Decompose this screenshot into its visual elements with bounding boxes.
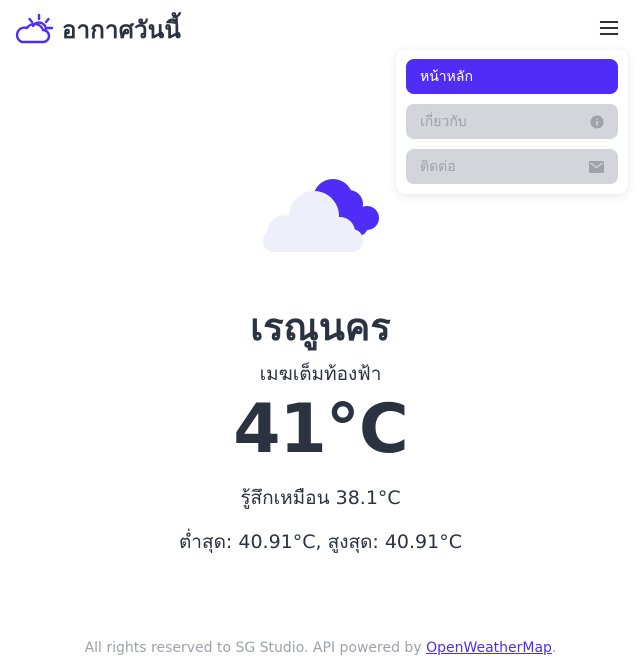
city-name: เรณูนคร [250, 305, 391, 349]
temperature: 41°C [233, 390, 409, 469]
openweathermap-link[interactable]: OpenWeatherMap [426, 640, 552, 656]
hamburger-menu-icon [600, 21, 618, 35]
mail-icon [589, 160, 604, 173]
cloud-icon [263, 179, 379, 252]
menu-item-contact[interactable]: ติดต่อ [406, 149, 618, 184]
header: อากาศวันนี้ [0, 0, 641, 56]
menu-item-home[interactable]: หน้าหลัก [406, 59, 618, 94]
menu-item-label: หน้าหลัก [420, 68, 473, 85]
info-icon [590, 115, 604, 129]
weather-page: อากาศวันนี้ หน้าหลัก เกี่ยวกับ ติดต่อ เร… [0, 0, 641, 671]
menu-item-label: ติดต่อ [420, 158, 456, 175]
app-title: อากาศวันนี้ [62, 16, 182, 44]
menu-item-about[interactable]: เกี่ยวกับ [406, 104, 618, 139]
footer-text: All rights reserved to SG Studio. API po… [84, 640, 427, 656]
hamburger-menu-button[interactable] [597, 18, 621, 38]
footer: All rights reserved to SG Studio. API po… [0, 640, 641, 656]
sun-cloud-icon [15, 13, 54, 43]
menu-item-label: เกี่ยวกับ [420, 113, 467, 130]
brand[interactable]: อากาศวันนี้ [14, 10, 181, 49]
footer-suffix: . [551, 640, 557, 656]
nav-dropdown-menu: หน้าหลัก เกี่ยวกับ ติดต่อ [396, 50, 628, 194]
min-max-temperature: ต่ำสุด: 40.91°C, สูงสุด: 40.91°C [178, 531, 463, 553]
feels-like: รู้สึกเหมือน 38.1°C [240, 487, 401, 509]
weather-condition: เมฆเต็มท้องฟ้า [259, 363, 382, 385]
